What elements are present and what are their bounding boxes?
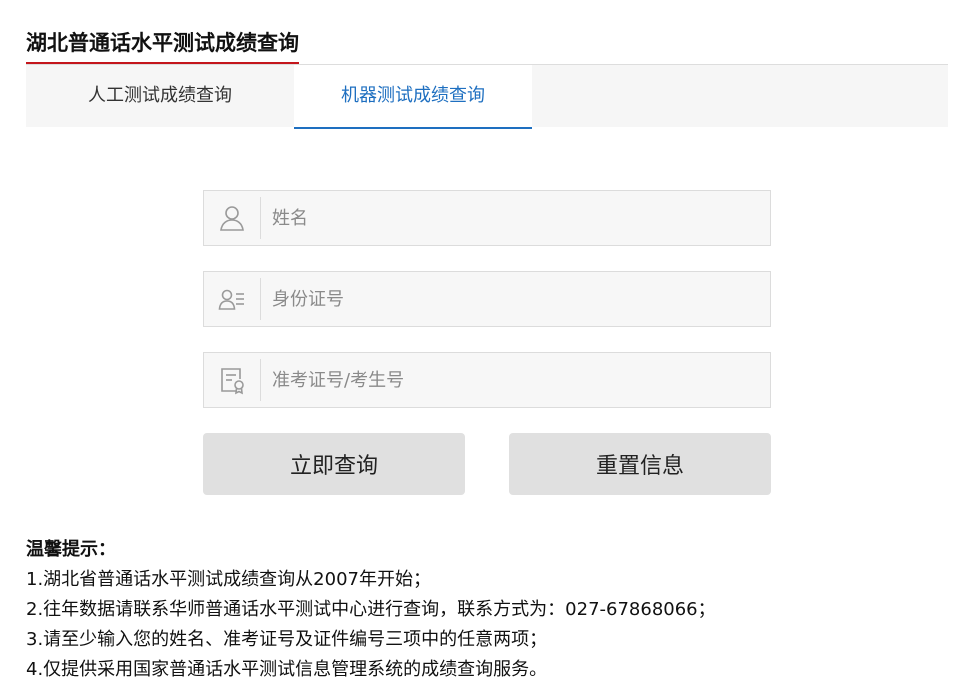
id-card-icon [204,278,261,320]
name-input[interactable] [272,191,752,245]
tip-line: 3.请至少输入您的姓名、准考证号及证件编号三项中的任意两项； [26,629,548,650]
tip-line: 1.湖北省普通话水平测试成绩查询从2007年开始； [26,569,431,590]
tips-title: 温馨提示： [26,539,116,560]
user-icon [204,197,261,239]
reset-button[interactable]: 重置信息 [509,433,771,495]
tip-line: 2.往年数据请联系华师普通话水平测试中心进行查询，联系方式为：027-67868… [26,599,716,620]
tips-section: 温馨提示： 1.湖北省普通话水平测试成绩查询从2007年开始； 2.往年数据请联… [26,535,716,685]
certificate-icon [204,359,261,401]
page-title: 湖北普通话水平测试成绩查询 [26,26,299,65]
exam-number-input[interactable] [272,353,752,407]
tip-line: 4.仅提供采用国家普通话水平测试信息管理系统的成绩查询服务。 [26,659,548,680]
name-field [203,190,771,246]
query-button[interactable]: 立即查询 [203,433,465,495]
tab-bar: 人工测试成绩查询 机器测试成绩查询 [26,65,948,129]
tab-machine-query[interactable]: 机器测试成绩查询 [294,65,532,129]
id-card-input[interactable] [272,272,752,326]
exam-number-field [203,352,771,408]
tab-manual-query[interactable]: 人工测试成绩查询 [26,65,294,127]
id-card-field [203,271,771,327]
